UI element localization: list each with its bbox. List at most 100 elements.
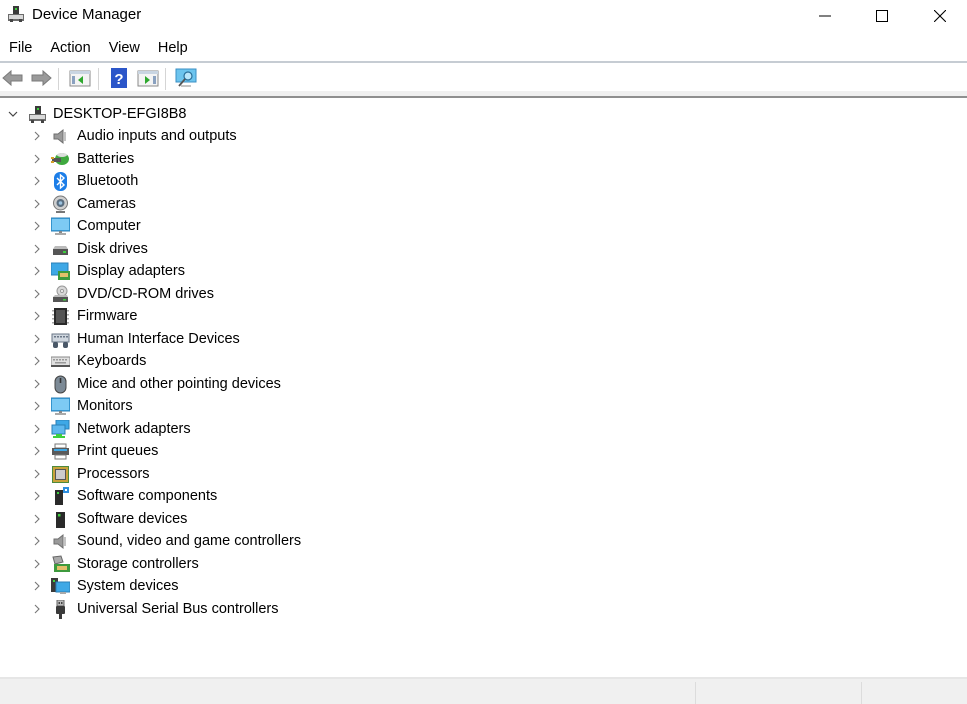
- status-pane-divider: [861, 682, 862, 704]
- tree-category-firmware[interactable]: Firmware: [0, 305, 400, 327]
- chevron-right-icon[interactable]: [32, 309, 42, 323]
- menu-help[interactable]: Help: [149, 36, 197, 60]
- close-icon: [934, 9, 946, 22]
- chevron-down-icon[interactable]: [8, 107, 18, 121]
- chevron-right-icon[interactable]: [32, 579, 42, 593]
- tree-category-monitors[interactable]: Monitors: [0, 395, 400, 417]
- tree-category-label: Sound, video and game controllers: [77, 533, 302, 549]
- tree-category-display-adapters[interactable]: Display adapters: [0, 260, 400, 282]
- show-hide-console-tree-button[interactable]: [69, 67, 91, 89]
- help-button[interactable]: ?: [108, 67, 130, 89]
- tree-category-label: Software devices: [77, 510, 188, 527]
- scan-hardware-button[interactable]: [175, 67, 197, 89]
- mouse-icon: [54, 375, 67, 393]
- hid-icon: [51, 333, 70, 348]
- tree-category-storage-controllers[interactable]: Storage controllers: [0, 553, 400, 575]
- tree-category-bluetooth[interactable]: Bluetooth: [0, 170, 400, 192]
- tree-category-label: Storage controllers: [77, 555, 199, 572]
- device-manager-icon: [8, 6, 24, 22]
- chevron-right-icon[interactable]: [32, 287, 42, 301]
- chevron-right-icon[interactable]: [32, 264, 42, 278]
- status-pane-divider: [695, 682, 696, 704]
- keyboard-icon: [51, 356, 70, 367]
- tree-root-node[interactable]: DESKTOP-EFGI8B8: [0, 103, 400, 125]
- help-icon: ?: [111, 68, 127, 88]
- tree-category-computer[interactable]: Computer: [0, 215, 400, 237]
- tree-category-mice-and-other-pointing-devices[interactable]: Mice and other pointing devices: [0, 373, 400, 395]
- toolbar-separator: [165, 68, 166, 90]
- tree-category-keyboards[interactable]: Keyboards: [0, 350, 400, 372]
- tree-category-software-components[interactable]: Software components: [0, 485, 400, 507]
- monitor-icon: [51, 217, 70, 235]
- chevron-right-icon[interactable]: [32, 444, 42, 458]
- processor-icon: [52, 465, 69, 483]
- show-hide-action-pane-button[interactable]: [137, 67, 159, 89]
- chevron-right-icon[interactable]: [32, 399, 42, 413]
- tree-category-audio-inputs-and-outputs[interactable]: Audio inputs and outputs: [0, 125, 400, 147]
- chevron-right-icon[interactable]: [32, 557, 42, 571]
- tree-category-label: Disk drives: [77, 240, 148, 257]
- minimize-icon: [819, 15, 831, 16]
- show-hide-action-pane-icon: [137, 70, 159, 87]
- tree-category-network-adapters[interactable]: Network adapters: [0, 418, 400, 440]
- tree-category-software-devices[interactable]: Software devices: [0, 508, 400, 530]
- menu-action[interactable]: Action: [41, 36, 99, 60]
- chevron-right-icon[interactable]: [32, 422, 42, 436]
- maximize-button[interactable]: [853, 0, 911, 31]
- forward-arrow-icon: [31, 69, 52, 87]
- tree-category-label: System devices: [77, 578, 179, 594]
- tree-category-label: Audio inputs and outputs: [77, 128, 237, 144]
- chevron-right-icon[interactable]: [32, 489, 42, 503]
- tree-category-processors[interactable]: Processors: [0, 463, 400, 485]
- toolbar-separator: [98, 68, 99, 90]
- chevron-right-icon[interactable]: [32, 129, 42, 143]
- chevron-right-icon[interactable]: [32, 174, 42, 188]
- software-device-icon: [56, 511, 65, 528]
- chevron-right-icon[interactable]: [32, 467, 42, 481]
- minimize-button[interactable]: [796, 0, 854, 31]
- tree-category-print-queues[interactable]: Print queues: [0, 440, 400, 462]
- tree-category-human-interface-devices[interactable]: Human Interface Devices: [0, 328, 400, 350]
- tree-category-label: Mice and other pointing devices: [77, 375, 281, 392]
- tree-category-label: Display adapters: [77, 263, 185, 279]
- close-button[interactable]: [911, 0, 967, 31]
- monitor-icon: [51, 397, 70, 415]
- tree-category-batteries[interactable]: Batteries: [0, 148, 400, 170]
- dvd-drive-icon: [53, 285, 68, 302]
- tree-category-dvd-cd-rom-drives[interactable]: DVD/CD-ROM drives: [0, 283, 400, 305]
- bluetooth-icon: [54, 172, 67, 191]
- chevron-right-icon[interactable]: [32, 534, 42, 548]
- tree-category-label: Human Interface Devices: [77, 330, 240, 347]
- tree-category-system-devices[interactable]: System devices: [0, 575, 400, 597]
- forward-button[interactable]: [30, 67, 52, 89]
- svg-text:?: ?: [114, 71, 123, 88]
- chevron-right-icon[interactable]: [32, 197, 42, 211]
- menu-bar: File Action View Help: [0, 36, 197, 60]
- chevron-right-icon[interactable]: [32, 602, 42, 616]
- tree-category-sound-video-and-game-controllers[interactable]: Sound, video and game controllers: [0, 530, 400, 552]
- tree-category-label: Network adapters: [77, 420, 191, 437]
- chevron-right-icon[interactable]: [32, 332, 42, 346]
- tree-category-cameras[interactable]: Cameras: [0, 193, 400, 215]
- tree-category-label: Computer: [77, 218, 141, 234]
- tree-category-label: Processors: [77, 465, 150, 482]
- chevron-right-icon[interactable]: [32, 377, 42, 391]
- chevron-right-icon[interactable]: [32, 242, 42, 256]
- chevron-right-icon[interactable]: [32, 152, 42, 166]
- chevron-right-icon[interactable]: [32, 512, 42, 526]
- menu-view[interactable]: View: [100, 36, 149, 60]
- printer-icon: [52, 443, 69, 460]
- back-button[interactable]: [2, 67, 24, 89]
- chevron-right-icon[interactable]: [32, 354, 42, 368]
- toolbar-separator: [58, 68, 59, 90]
- menu-file[interactable]: File: [0, 36, 41, 60]
- maximize-icon: [876, 9, 888, 22]
- speaker-icon: [53, 128, 66, 145]
- chevron-right-icon[interactable]: [32, 219, 42, 233]
- back-arrow-icon: [2, 69, 23, 87]
- tree-category-disk-drives[interactable]: Disk drives: [0, 238, 400, 260]
- tree-category-universal-serial-bus-controllers[interactable]: Universal Serial Bus controllers: [0, 598, 400, 620]
- title-bar: Device Manager: [0, 0, 967, 31]
- window-title: Device Manager: [32, 6, 142, 23]
- tree-category-label: Bluetooth: [77, 173, 139, 189]
